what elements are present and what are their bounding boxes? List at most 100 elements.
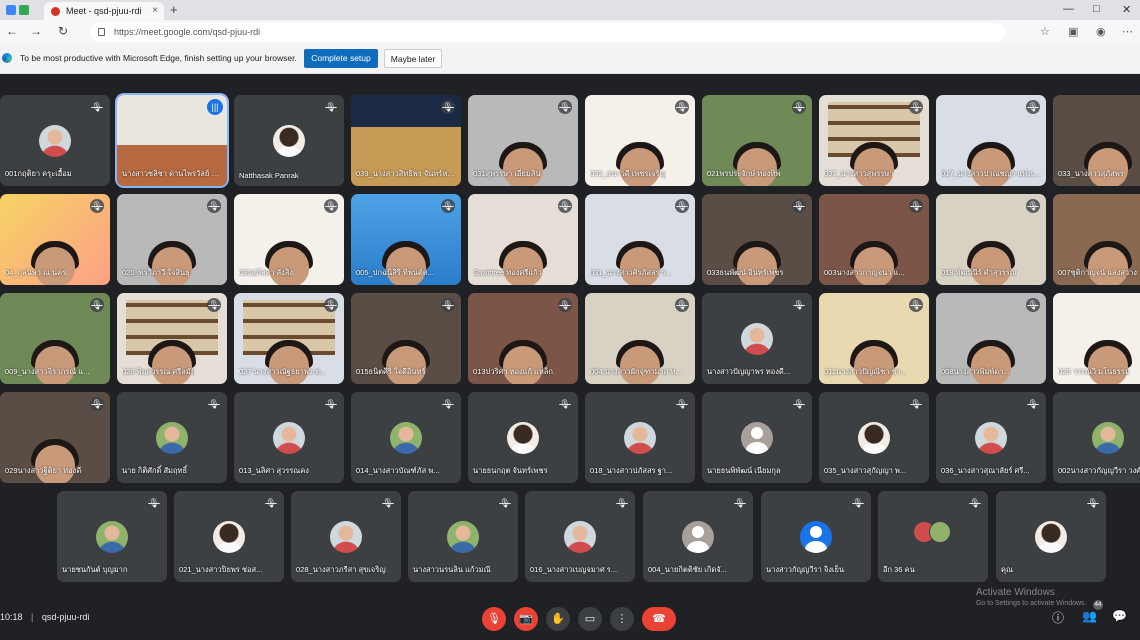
- participant-tile[interactable]: 🎙 013_นลิศา สุวรรณคง: [234, 392, 344, 483]
- participant-tile[interactable]: 🎙 029นางสาวฐิติยา ทองดี: [0, 392, 110, 483]
- participant-tile[interactable]: 🎙 011นางสาวปัญณิชา ชา...: [819, 293, 929, 384]
- participant-tile[interactable]: 🎙 Sawittree ทองศรีแก้ว: [468, 194, 578, 285]
- meeting-details-button[interactable]: ⓘ: [1052, 609, 1064, 626]
- participant-tile[interactable]: 🎙 นางสาวปัญญาพร ทองดี...: [702, 293, 812, 384]
- collections-icon[interactable]: ▣: [1068, 25, 1078, 38]
- mic-muted-icon: 🎙: [1087, 498, 1099, 508]
- close-window-button[interactable]: ✕: [1122, 3, 1131, 16]
- participant-tile[interactable]: 🎙 นายชนกันต์ บุญมาก: [57, 491, 167, 582]
- participant-name: 033_นางสาวสุภัสพร: [1058, 169, 1124, 178]
- mic-muted-icon: 🎙: [969, 498, 981, 508]
- participant-tile[interactable]: 🎙 021_นางสาวปิยพร ช่อส...: [174, 491, 284, 582]
- participant-tile[interactable]: 🎙 นาย กิติศักดิ์ สัมฤทธิ์: [117, 392, 227, 483]
- participant-name: นายธนกฤต จันทร์เพชร: [473, 466, 548, 475]
- participant-avatar: [858, 422, 890, 454]
- participant-tile[interactable]: 🎙 004 นางสาวผักจุฑามาศ ท...: [585, 293, 695, 384]
- raise-hand-button[interactable]: ✋: [546, 607, 570, 631]
- mic-muted-icon: 🎙: [675, 199, 689, 213]
- chat-button[interactable]: 💬: [1112, 609, 1127, 623]
- participant-tile[interactable]: 🎙 033ธนพัฒน์ อินทร์เพชร: [702, 194, 812, 285]
- participant-tile[interactable]: 🎙 005_ปกฉนิสิริ ทิพนต์ต...: [351, 194, 461, 285]
- participant-tile[interactable]: 🎙 039_นางสาวสิทธิพร จันทร์หอม: [351, 95, 461, 186]
- back-button[interactable]: ←: [6, 24, 18, 38]
- participant-tile[interactable]: 🎙002นางสาวกัญญวีรา วงศ์ศรี: [1053, 392, 1140, 483]
- participant-tile[interactable]: 🎙 027 นางสาวณัฐธยาพร ท...: [234, 293, 344, 384]
- mic-muted-icon: 🎙: [208, 399, 220, 409]
- menu-icon[interactable]: ⋯: [1122, 25, 1133, 38]
- participant-tile[interactable]: 🎙 035_นางสาวสุกัญญา พ...: [819, 392, 929, 483]
- participant-tile[interactable]: 🎙025 วรรณวิ มโนธรรม: [1053, 293, 1140, 384]
- participant-face: [854, 345, 894, 384]
- forward-button[interactable]: →: [30, 24, 42, 38]
- participant-tile[interactable]: 🎙 04_กุลนิษา ณ นคร: [0, 194, 110, 285]
- more-options-button[interactable]: ⋮: [610, 607, 634, 631]
- participant-tile[interactable]: 🎙007ชุติกาญจน์ แสงสว่าง: [1053, 194, 1140, 285]
- participant-avatar: [447, 521, 479, 553]
- tab-close-icon[interactable]: ×: [152, 2, 158, 20]
- participant-name: นายชนกันต์ บุญมาก: [62, 565, 128, 574]
- participant-face: [1088, 345, 1128, 384]
- participant-tile[interactable]: 🎙 028_นางสาวภรีสา สุขเจริญ: [291, 491, 401, 582]
- participant-tile[interactable]: 🎙 037_นางสาวสุพรรษา: [819, 95, 929, 186]
- participant-tile[interactable]: 🎙 028 พิมลวรรณ ศรีลมัย: [117, 293, 227, 384]
- reload-button[interactable]: ↻: [58, 24, 68, 38]
- participant-tile[interactable]: 🎙 032_ธนาวดี เพชรเจริญ: [585, 95, 695, 186]
- participant-tile[interactable]: 🎙 008นางสาวพิมพ์ดา...: [936, 293, 1046, 384]
- participant-face: [971, 147, 1011, 186]
- participant-tile[interactable]: 🎙033_นางสาวสุภัสพร: [1053, 95, 1140, 186]
- mic-muted-icon: 🎙: [90, 397, 104, 411]
- participant-avatar: [39, 125, 71, 157]
- participant-tile[interactable]: 🎙 นางสาวนรนลิน แก้วมณี: [408, 491, 518, 582]
- participant-tile[interactable]: 🎙 014_นางสาวบัณฑ์ภัส พ...: [351, 392, 461, 483]
- participant-tile[interactable]: 🎙 อีก 36 คน: [878, 491, 988, 582]
- complete-setup-button[interactable]: Complete setup: [304, 49, 378, 68]
- mic-toggle-button[interactable]: 🎙: [482, 607, 506, 631]
- participant-tile[interactable]: 🎙 003นางสาวกาญจนา แ...: [819, 194, 929, 285]
- profile-icon[interactable]: ◉: [1096, 25, 1106, 38]
- participant-tile[interactable]: 🎙 016_นางสาวเบญจมาศ ร...: [525, 491, 635, 582]
- participant-tile[interactable]: 🎙 018_นางสาวปภัสสร ฐา...: [585, 392, 695, 483]
- participant-tile[interactable]: 🎙 นายธนกฤต จันทร์เพชร: [468, 392, 578, 483]
- participant-name: 030อภิลลา ลังสิง: [239, 268, 293, 277]
- participant-tile[interactable]: 🎙 009_นางสาวจิราภรณ์ แ...: [0, 293, 110, 384]
- maximize-button[interactable]: □: [1093, 3, 1100, 15]
- participant-tile[interactable]: 🎙 คุณ: [996, 491, 1106, 582]
- participant-name: 015ธนิตศิริ ใจดีอินทร์: [356, 367, 426, 376]
- camera-toggle-button[interactable]: 📷: [514, 607, 538, 631]
- participant-face: [854, 246, 894, 285]
- participant-tile[interactable]: 🎙 031สุพรรษา เอี่ยมสิน: [468, 95, 578, 186]
- participant-name: 032_ธนาวดี เพชรเจริญ: [590, 169, 666, 178]
- participant-name: 014_นางสาวบัณฑ์ภัส พ...: [356, 466, 440, 475]
- tab-favicons: [6, 5, 36, 15]
- participant-tile[interactable]: 🎙 นายธนพิพัฒน์ เนียมกุล: [702, 392, 812, 483]
- address-bar[interactable]: https://meet.google.com/qsd-pjuu-rdi: [90, 23, 1005, 41]
- participant-tile[interactable]: 🎙 030อภิลลา ลังสิง: [234, 194, 344, 285]
- participant-tile[interactable]: 🎙 013ปวริศา ทองแก้วเหล็ก: [468, 293, 578, 384]
- present-button[interactable]: ▭: [578, 607, 602, 631]
- participant-tile[interactable]: 🎙 Natthasak Panrak: [234, 95, 344, 186]
- mic-muted-icon: 🎙: [499, 498, 511, 508]
- participant-tile[interactable]: ||| นางสาวชลิชา ด่านไพรวัลย์ ท...: [115, 93, 229, 188]
- participant-tile[interactable]: 🎙 018 พัฒนนีร์ คำสุวรรณ: [936, 194, 1046, 285]
- participant-tile[interactable]: 🎙 001กฤติยา ครุะเอื้อม: [0, 95, 110, 186]
- favorites-star-icon[interactable]: ☆: [1040, 25, 1050, 38]
- participant-name: 004_นายกิตติชัย เกิดจั...: [648, 565, 727, 574]
- participant-tile[interactable]: 🎙 นางสาวกัญญวีรา จิงเย็น: [761, 491, 871, 582]
- participant-tile[interactable]: 🎙 004_นายกิตติชัย เกิดจั...: [643, 491, 753, 582]
- tab-strip: Meet - qsd-pjuu-rdi × + — □ ✕: [0, 0, 1140, 20]
- participant-tile[interactable]: 🎙 021พรประจักษ์ ทองทิพ: [702, 95, 812, 186]
- browser-tab[interactable]: Meet - qsd-pjuu-rdi ×: [44, 2, 164, 20]
- participant-tile[interactable]: 🎙 017_นางสาวปาณชญา แพ่งเมือง: [936, 95, 1046, 186]
- minimize-button[interactable]: —: [1063, 3, 1074, 15]
- participant-tile[interactable]: 🎙 020_พรวิภาวี ใจสินธุ: [117, 194, 227, 285]
- watermark-subtitle: Go to Settings to activate Windows.: [976, 600, 1087, 607]
- participant-tile[interactable]: 🎙 036_นางสาวสุณาลัยร์ ศรี...: [936, 392, 1046, 483]
- people-button[interactable]: 👥: [1082, 609, 1097, 623]
- leave-call-button[interactable]: ☎: [642, 607, 676, 631]
- mic-muted-icon: 🎙: [852, 498, 864, 508]
- mic-muted-icon: 🎙: [909, 100, 923, 114]
- new-tab-button[interactable]: +: [170, 2, 178, 17]
- participant-tile[interactable]: 🎙 031_นางสาวศิรภัสสร ร...: [585, 194, 695, 285]
- participant-tile[interactable]: 🎙 015ธนิตศิริ ใจดีอินทร์: [351, 293, 461, 384]
- maybe-later-button[interactable]: Maybe later: [384, 49, 442, 68]
